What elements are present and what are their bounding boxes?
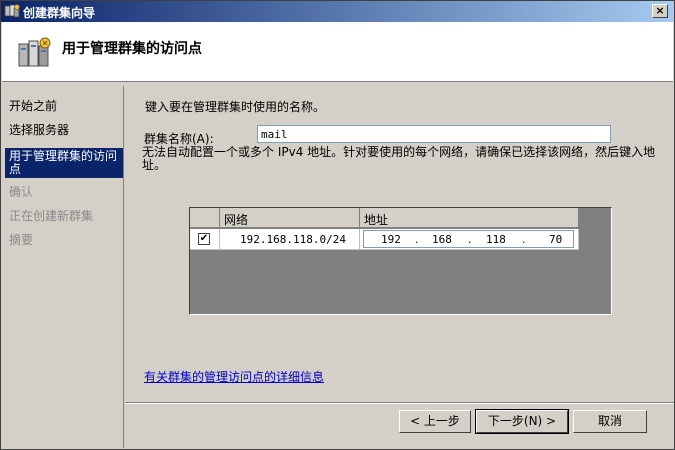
ip-dot: . (415, 233, 419, 246)
ip-address-input[interactable]: 192 . 168 . 118 . 70 (363, 230, 574, 248)
button-separator (125, 402, 674, 404)
close-icon: × (655, 4, 665, 17)
window-title: 创建群集向导 (23, 6, 96, 20)
grid-header-address[interactable]: 地址 (360, 208, 579, 228)
network-address-grid[interactable]: 网络 地址 ✔ 192.168.118.0/24 192 . 168 . 118… (189, 207, 612, 315)
network-value: 192.168.118.0/24 (240, 233, 346, 246)
ip-dot: . (468, 233, 472, 246)
ip-dot: . (522, 233, 526, 246)
intro-text: 键入要在管理群集时使用的名称。 (145, 100, 326, 114)
wizard-content: 键入要在管理群集时使用的名称。 群集名称(A): 无法自动配置一个或多个 IPv… (127, 86, 673, 401)
step-select-servers[interactable]: 选择服务器 (5, 124, 123, 137)
wizard-header: 用于管理群集的访问点 (2, 22, 673, 82)
step-summary: 摘要 (9, 233, 34, 247)
step-creating-cluster: 正在创建新群集 (9, 209, 94, 223)
cancel-button[interactable]: 取消 (573, 410, 647, 433)
grid-header-select (190, 208, 220, 228)
next-button[interactable]: 下一步(N) > (475, 409, 569, 434)
more-info-link[interactable]: 有关群集的管理访问点的详细信息 (144, 368, 324, 385)
step-confirmation: 确认 (9, 185, 34, 199)
table-row-network-cell: 192.168.118.0/24 (220, 229, 360, 250)
page-title: 用于管理群集的访问点 (62, 41, 202, 57)
ip-octet-3[interactable]: 118 (486, 233, 506, 246)
check-icon: ✔ (199, 233, 209, 244)
title-bar[interactable]: 创建群集向导 × (1, 1, 674, 22)
step-access-point[interactable]: 用于管理群集的访问点 (5, 148, 123, 178)
wizard-window: 创建群集向导 × 用于管理群集的访问点 开始之前 选择服务器 用于管理群集的访问… (0, 0, 675, 450)
network-checkbox[interactable]: ✔ (198, 233, 210, 245)
back-button[interactable]: < 上一步 (399, 410, 471, 433)
cluster-name-input[interactable] (257, 125, 611, 143)
grid-header-network[interactable]: 网络 (220, 208, 360, 228)
cluster-servers-icon (18, 37, 51, 67)
ipv4-note: 无法自动配置一个或多个 IPv4 地址。针对要使用的每个网络，请确保已选择该网络… (142, 145, 656, 172)
step-before-you-begin[interactable]: 开始之前 (5, 100, 123, 113)
wizard-steps-sidebar: 开始之前 选择服务器 用于管理群集的访问点 确认 正在创建新群集 摘要 (2, 86, 124, 448)
close-button[interactable]: × (652, 4, 668, 18)
ip-octet-1[interactable]: 192 (381, 233, 401, 246)
ip-octet-2[interactable]: 168 (432, 233, 452, 246)
cluster-app-icon (4, 4, 20, 18)
table-row-address-cell: 192 . 168 . 118 . 70 (360, 229, 579, 250)
ip-octet-4[interactable]: 70 (549, 233, 562, 246)
table-row-check-cell: ✔ (190, 229, 220, 250)
